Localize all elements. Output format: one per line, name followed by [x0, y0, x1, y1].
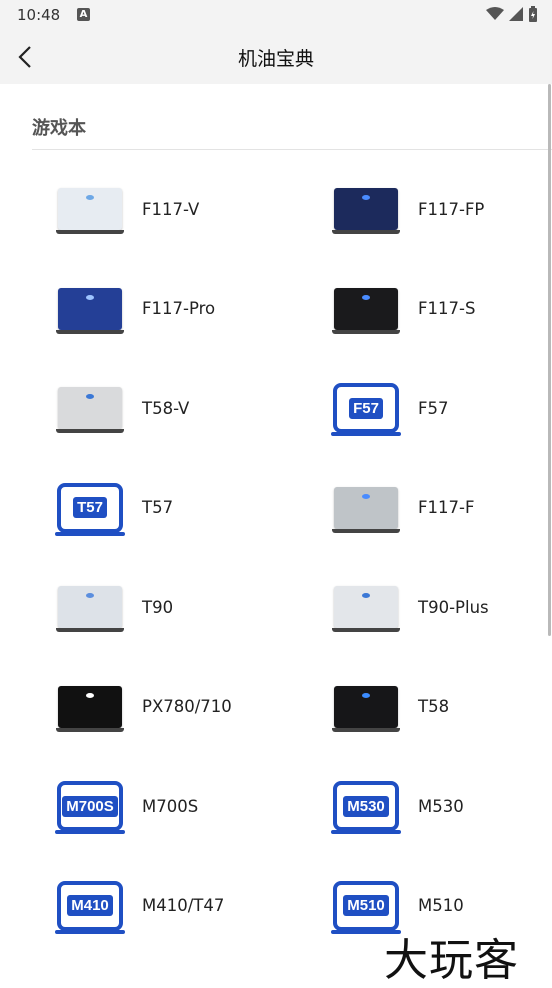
brand-logo-icon: [362, 692, 370, 698]
model-label: F117-Pro: [142, 299, 216, 318]
laptop-icon: [56, 685, 124, 732]
watermark-logo: 大玩客: [384, 935, 519, 986]
model-label: F57: [418, 398, 449, 418]
model-label: F117-S: [418, 299, 476, 318]
model-thumbnail: [56, 284, 124, 334]
model-item[interactable]: F117-S: [276, 259, 552, 359]
model-item[interactable]: M700S M700S: [0, 756, 276, 856]
laptop-icon: [56, 188, 124, 234]
brand-logo-icon: [86, 593, 94, 598]
model-item[interactable]: F117-Pro: [0, 259, 276, 359]
section-title: 游戏本: [32, 118, 86, 139]
model-item[interactable]: F57 F57: [276, 358, 552, 458]
model-label: M410/T47: [142, 896, 225, 915]
laptop-icon: [56, 387, 124, 433]
model-badge-icon: T57: [55, 482, 125, 536]
model-item[interactable]: T57 T57: [0, 458, 276, 558]
model-label: T90: [142, 597, 174, 617]
brand-logo-icon: [362, 195, 370, 200]
model-badge-icon: M410: [55, 880, 125, 934]
model-label: M700S: [142, 796, 199, 816]
signal-icon: [509, 7, 523, 21]
model-label: M530: [418, 796, 464, 816]
wifi-icon: [486, 7, 504, 20]
model-thumbnail: [56, 383, 124, 433]
laptop-icon: [332, 685, 400, 732]
badge-text: F57: [349, 397, 383, 419]
model-thumbnail: M530: [331, 781, 401, 834]
model-item[interactable]: M530 M530: [276, 756, 552, 856]
model-label: F117-F: [418, 498, 475, 517]
laptop-icon: [332, 188, 400, 234]
model-badge-icon: M530: [331, 781, 401, 834]
model-thumbnail: [332, 682, 400, 732]
model-thumbnail: M510: [331, 880, 401, 934]
brand-logo-icon: [362, 593, 370, 598]
model-item[interactable]: T58-V: [0, 358, 276, 458]
model-label: T90-Plus: [418, 597, 489, 617]
model-thumbnail: [332, 582, 400, 632]
model-item[interactable]: T90: [0, 557, 276, 657]
model-thumbnail: [56, 582, 124, 632]
model-thumbnail: M700S: [55, 781, 125, 834]
content: 游戏本 F117-V F117-FP F117-Pro F117-S T58-V F57 F…: [0, 84, 552, 983]
brand-logo-icon: [86, 692, 94, 698]
section-divider: [32, 149, 552, 150]
model-thumbnail: [332, 284, 400, 334]
page-title: 机油宝典: [237, 48, 314, 70]
model-label: T58: [418, 697, 450, 716]
status-time: 10:48: [17, 6, 61, 24]
notification-icon: A: [77, 8, 90, 21]
model-badge-icon: M510: [331, 880, 401, 934]
model-thumbnail: T57: [55, 482, 125, 536]
brand-logo-icon: [362, 294, 370, 300]
model-label: T58-V: [142, 398, 190, 418]
status-bar: 10:48 A: [0, 0, 552, 30]
model-thumbnail: M410: [55, 880, 125, 934]
model-label: M510: [418, 896, 464, 915]
app-bar: 机油宝典: [0, 30, 552, 84]
model-item[interactable]: M410 M410/T47: [0, 856, 276, 956]
model-item[interactable]: PX780/710: [0, 657, 276, 757]
model-item[interactable]: F117-V: [0, 159, 276, 259]
brand-logo-icon: [86, 195, 94, 200]
brand-logo-icon: [86, 394, 94, 399]
model-item[interactable]: F117-F: [276, 458, 552, 558]
laptop-icon: [332, 287, 400, 334]
badge-text: M410: [67, 895, 113, 916]
badge-text: T57: [73, 497, 107, 518]
laptop-icon: [332, 586, 400, 632]
model-label: F117-V: [142, 199, 200, 219]
model-thumbnail: [332, 184, 400, 234]
laptop-icon: [56, 586, 124, 632]
model-label: PX780/710: [142, 697, 232, 716]
model-item[interactable]: F117-FP: [276, 159, 552, 259]
battery-icon: [529, 6, 537, 22]
laptop-icon: [56, 287, 124, 334]
status-icons: [486, 6, 538, 22]
badge-text: M510: [343, 895, 389, 916]
model-label: T57: [142, 498, 174, 517]
brand-logo-icon: [86, 294, 94, 300]
model-item[interactable]: T58: [276, 657, 552, 757]
badge-text: M530: [343, 795, 389, 817]
model-badge-icon: M700S: [55, 781, 125, 834]
brand-logo-icon: [362, 493, 370, 499]
model-thumbnail: F57: [331, 383, 401, 436]
model-thumbnail: [332, 483, 400, 533]
model-thumbnail: [56, 184, 124, 234]
model-label: F117-FP: [418, 199, 485, 219]
laptop-icon: [332, 486, 400, 533]
model-item[interactable]: T90-Plus: [276, 557, 552, 657]
badge-text: M700S: [62, 795, 118, 817]
model-badge-icon: F57: [331, 383, 401, 436]
model-thumbnail: [56, 682, 124, 732]
